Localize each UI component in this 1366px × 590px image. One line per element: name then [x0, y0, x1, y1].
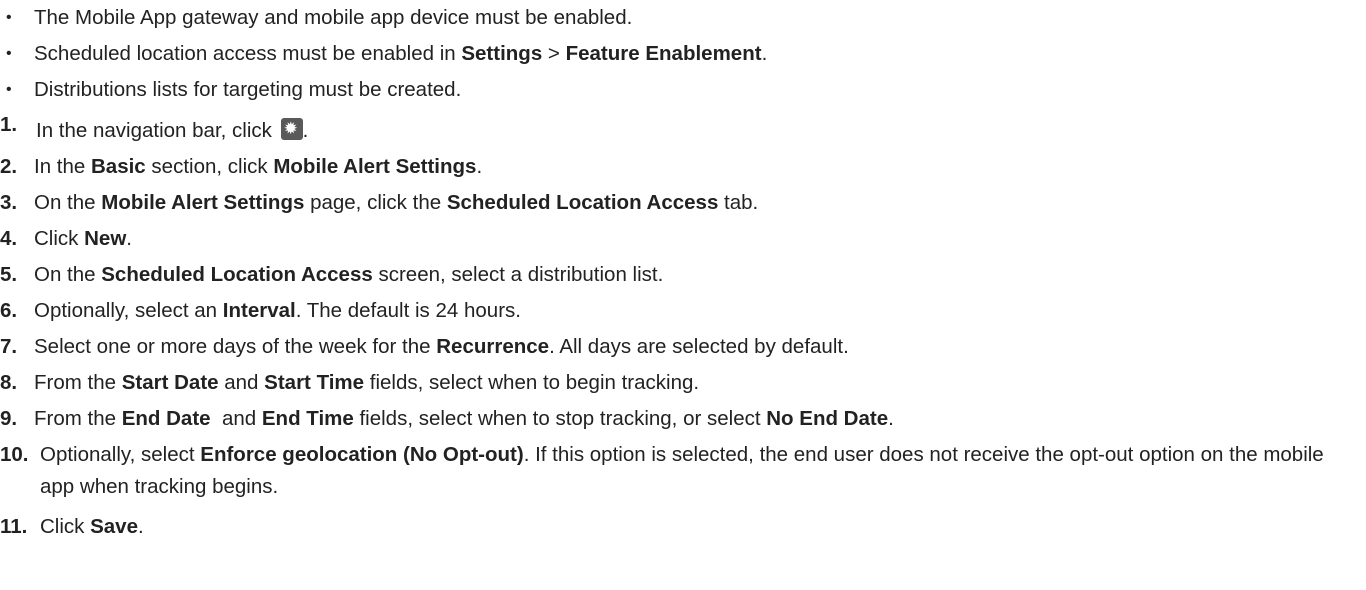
document-body: • The Mobile App gateway and mobile app d…: [0, 0, 1366, 590]
bullet-icon: •: [6, 9, 12, 26]
step-text: On the Mobile Alert Settings page, click…: [34, 191, 759, 214]
step-item: 6. Optionally, select an Interval. The d…: [0, 293, 1366, 329]
step-item: 8. From the Start Date and Start Time fi…: [0, 365, 1366, 401]
step-item: 4. Click New.: [0, 221, 1366, 257]
step-number: 10.: [0, 443, 29, 466]
step-text: From the End Date and End Time fields, s…: [34, 407, 894, 430]
step-text: Click Save.: [40, 515, 144, 538]
step-text: In the Basic section, click Mobile Alert…: [34, 155, 483, 178]
step-text: Click New.: [34, 227, 132, 250]
step-item: 1. In the navigation bar, click .: [0, 109, 1366, 149]
prerequisite-text: Scheduled location access must be enable…: [34, 42, 768, 65]
step-text: On the Scheduled Location Access screen,…: [34, 263, 664, 286]
list-item: • The Mobile App gateway and mobile app d…: [6, 0, 767, 36]
step-text: Optionally, select an Interval. The defa…: [34, 299, 521, 322]
step-number: 6.: [0, 299, 18, 322]
step-text: From the Start Date and Start Time field…: [34, 371, 700, 394]
list-item: • Scheduled location access must be enabl…: [6, 36, 767, 72]
step-number: 3.: [0, 191, 18, 214]
step-number: 9.: [0, 407, 18, 430]
step-number: 8.: [0, 371, 18, 394]
step-item: 11. Click Save.: [0, 509, 1366, 545]
step-item: 3. On the Mobile Alert Settings page, cl…: [0, 185, 1366, 221]
step-text: Optionally, select Enforce geolocation (…: [40, 443, 1324, 498]
step-number: 5.: [0, 263, 18, 286]
procedure-steps: 1. In the navigation bar, click . 2. In …: [0, 109, 1366, 545]
step-number: 1.: [0, 113, 18, 136]
step-item: 5. On the Scheduled Location Access scre…: [0, 257, 1366, 293]
gear-icon: [280, 118, 303, 140]
step-item: 9. From the End Date and End Time fields…: [0, 401, 1366, 437]
step-number: 2.: [0, 155, 18, 178]
step-item: 7. Select one or more days of the week f…: [0, 329, 1366, 365]
step-text: In the navigation bar, click .: [36, 115, 308, 147]
prerequisite-text: The Mobile App gateway and mobile app de…: [34, 6, 633, 29]
list-item: • Distributions lists for targeting must …: [6, 72, 767, 108]
prerequisites-list: • The Mobile App gateway and mobile app d…: [6, 0, 767, 108]
prerequisite-text: Distributions lists for targeting must b…: [34, 78, 462, 101]
step-text: Select one or more days of the week for …: [34, 335, 849, 358]
step-item: 10. Optionally, select Enforce geolocati…: [0, 437, 1366, 509]
step-number: 11.: [0, 515, 28, 538]
step-item: 2. In the Basic section, click Mobile Al…: [0, 149, 1366, 185]
step-number: 7.: [0, 335, 18, 358]
bullet-icon: •: [6, 81, 12, 98]
step-number: 4.: [0, 227, 18, 250]
bullet-icon: •: [6, 45, 12, 62]
